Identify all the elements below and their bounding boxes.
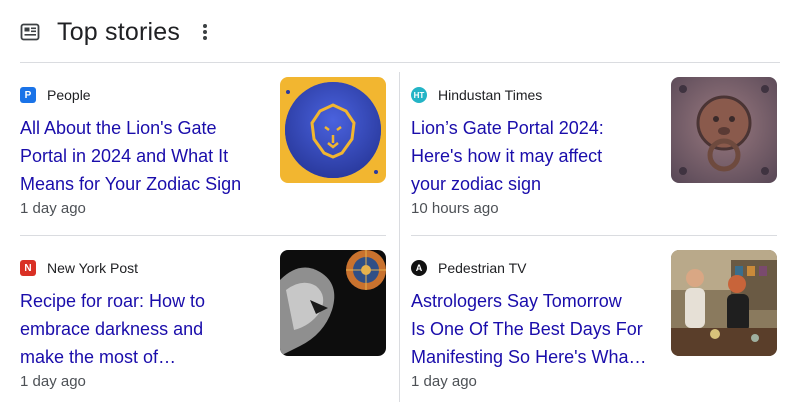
header-divider xyxy=(20,62,780,63)
source-name: People xyxy=(47,87,91,103)
hindustan-times-logo-icon: HT xyxy=(411,87,427,103)
column-divider xyxy=(399,72,400,402)
lion-logo-thumbnail[interactable] xyxy=(280,77,386,183)
story-card[interactable]: HT Hindustan Times Lion’s Gate Portal 20… xyxy=(411,72,777,234)
story-card[interactable]: A Pedestrian TV Astrologers Say Tomorrow… xyxy=(411,245,777,407)
story-headline-link[interactable]: Recipe for roar: How to embrace darkness… xyxy=(20,287,265,371)
source-name: Hindustan Times xyxy=(438,87,543,103)
story-headline-link[interactable]: All About the Lion's Gate Portal in 2024… xyxy=(20,114,265,198)
story-time: 1 day ago xyxy=(411,373,477,390)
story-time: 10 hours ago xyxy=(411,200,499,217)
source-name: New York Post xyxy=(47,260,139,276)
story-time: 1 day ago xyxy=(20,200,86,217)
more-vert-icon[interactable] xyxy=(198,22,212,42)
story-source: P People xyxy=(20,86,91,104)
story-source: A Pedestrian TV xyxy=(411,259,526,277)
headline-line: Means for Your Zodiac Sign xyxy=(20,174,242,194)
row-divider-left xyxy=(20,235,386,236)
story-source: N New York Post xyxy=(20,259,138,277)
section-title: Top stories xyxy=(57,17,181,46)
pedestrian-tv-logo-icon: A xyxy=(411,260,427,276)
headline-line: Portal in 2024 and What It xyxy=(20,146,229,166)
headline-line: Here's how it may affect xyxy=(411,146,603,166)
source-name: Pedestrian TV xyxy=(438,260,527,276)
roaring-lion-thumbnail[interactable] xyxy=(280,250,386,356)
story-card[interactable]: P People All About the Lion's Gate Porta… xyxy=(20,72,386,234)
new-york-post-logo-icon: N xyxy=(20,260,36,276)
headline-line: Manifesting So Here's Wha… xyxy=(411,347,647,367)
headline-line: make the most of… xyxy=(20,347,177,367)
story-headline-link[interactable]: Lion’s Gate Portal 2024: Here's how it m… xyxy=(411,114,656,198)
lion-door-knocker-thumbnail[interactable] xyxy=(671,77,777,183)
row-divider-right xyxy=(411,235,777,236)
story-time: 1 day ago xyxy=(20,373,86,390)
headline-line: All About the Lion's Gate xyxy=(20,118,217,138)
headline-line: Is One Of The Best Days For xyxy=(411,319,643,339)
headline-line: Lion’s Gate Portal 2024: xyxy=(411,118,604,138)
story-card[interactable]: N New York Post Recipe for roar: How to … xyxy=(20,245,386,407)
people-logo-icon: P xyxy=(20,87,36,103)
top-stories-header: Top stories xyxy=(20,14,212,50)
newspaper-icon xyxy=(20,22,40,42)
headline-line: your zodiac sign xyxy=(411,174,542,194)
story-source: HT Hindustan Times xyxy=(411,86,542,104)
headline-line: Astrologers Say Tomorrow xyxy=(411,291,622,311)
headline-line: Recipe for roar: How to xyxy=(20,291,206,311)
headline-line: embrace darkness and xyxy=(20,319,204,339)
story-headline-link[interactable]: Astrologers Say Tomorrow Is One Of The B… xyxy=(411,287,656,371)
people-shop-thumbnail[interactable] xyxy=(671,250,777,356)
